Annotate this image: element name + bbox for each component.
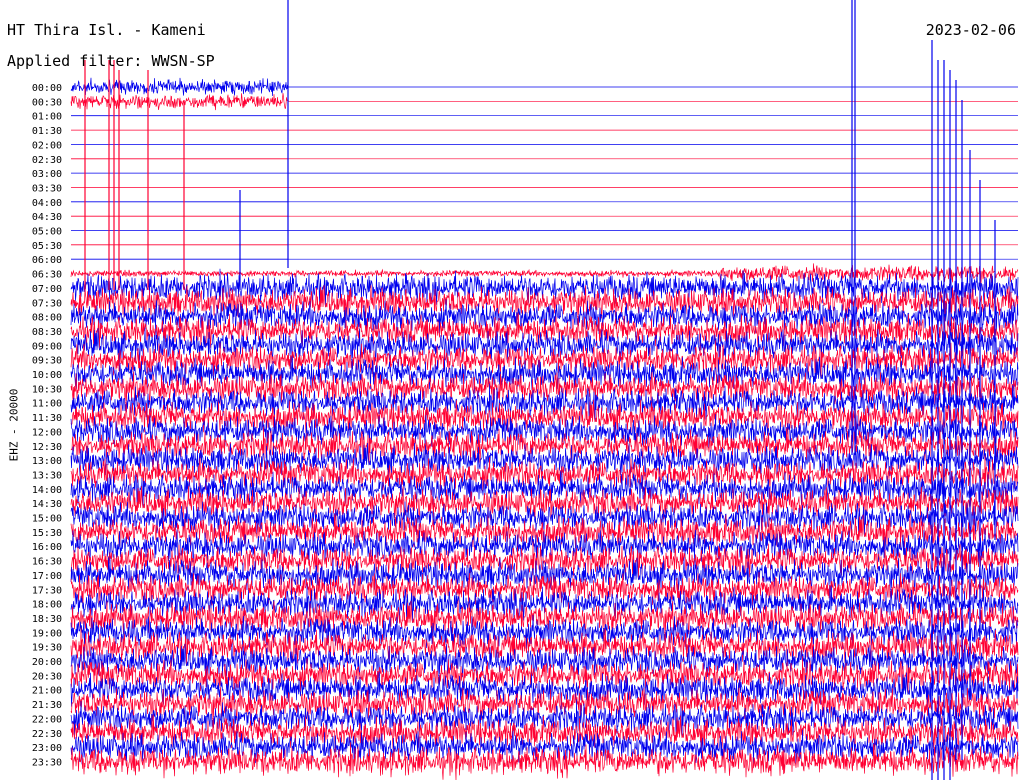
row-label-0600: 06:00 — [32, 255, 62, 266]
row-label-1300: 13:00 — [32, 456, 62, 467]
trace-row-0630 — [70, 263, 1019, 285]
date-label: 2023-02-06 — [925, 21, 1016, 39]
row-label-1430: 14:30 — [32, 499, 62, 510]
row-label-0630: 06:30 — [32, 270, 62, 281]
row-label-2000: 20:00 — [32, 657, 62, 668]
row-label-0130: 01:30 — [32, 126, 62, 137]
row-label-2330: 23:30 — [32, 757, 62, 768]
row-label-0100: 01:00 — [32, 112, 62, 123]
row-label-0530: 05:30 — [32, 241, 62, 252]
row-label-1100: 11:00 — [32, 399, 62, 410]
row-label-0200: 02:00 — [32, 140, 62, 151]
row-label-1600: 16:00 — [32, 542, 62, 553]
row-label-0430: 04:30 — [32, 212, 62, 223]
row-label-0330: 03:30 — [32, 183, 62, 194]
station-title: HT Thira Isl. - Kameni — [7, 21, 206, 39]
row-label-0500: 05:00 — [32, 227, 62, 238]
row-label-0900: 09:00 — [32, 341, 62, 352]
row-label-1400: 14:00 — [32, 485, 62, 496]
row-label-0730: 07:30 — [32, 298, 62, 309]
row-label-1630: 16:30 — [32, 557, 62, 568]
trace-row-0000 — [70, 77, 1018, 97]
trace-row-0030 — [70, 93, 1018, 111]
row-label-1000: 10:00 — [32, 370, 62, 381]
row-label-1130: 11:30 — [32, 413, 62, 424]
helicorder-plot: 00:00 00:30 01:00 01:30 02:00 02:30 03:00 03:30… — [32, 0, 1019, 780]
channel-label: EHZ - 20000 — [7, 388, 21, 462]
row-label-0030: 00:30 — [32, 97, 62, 108]
row-label-1200: 12:00 — [32, 427, 62, 438]
row-label-0300: 03:00 — [32, 169, 62, 180]
row-label-2300: 23:00 — [32, 743, 62, 754]
row-label-1700: 17:00 — [32, 571, 62, 582]
row-label-1830: 18:30 — [32, 614, 62, 625]
row-label-2200: 22:00 — [32, 714, 62, 725]
row-label-0400: 04:00 — [32, 198, 62, 209]
row-label-0230: 02:30 — [32, 155, 62, 166]
row-label-0930: 09:30 — [32, 356, 62, 367]
row-label-0800: 08:00 — [32, 313, 62, 324]
row-label-2100: 21:00 — [32, 686, 62, 697]
row-label-0830: 08:30 — [32, 327, 62, 338]
row-label-1500: 15:00 — [32, 514, 62, 525]
row-label-2130: 21:30 — [32, 700, 62, 711]
filter-label: Applied filter: WWSN-SP — [7, 52, 215, 70]
row-label-1230: 12:30 — [32, 442, 62, 453]
row-label-1030: 10:30 — [32, 384, 62, 395]
row-label-1930: 19:30 — [32, 643, 62, 654]
row-label-1800: 18:00 — [32, 600, 62, 611]
row-label-1730: 17:30 — [32, 585, 62, 596]
row-label-0700: 07:00 — [32, 284, 62, 295]
row-label-2230: 22:30 — [32, 729, 62, 740]
row-label-0000: 00:00 — [32, 83, 62, 94]
row-label-2030: 20:30 — [32, 671, 62, 682]
row-label-1530: 15:30 — [32, 528, 62, 539]
row-label-1900: 19:00 — [32, 628, 62, 639]
row-label-1330: 13:30 — [32, 470, 62, 481]
